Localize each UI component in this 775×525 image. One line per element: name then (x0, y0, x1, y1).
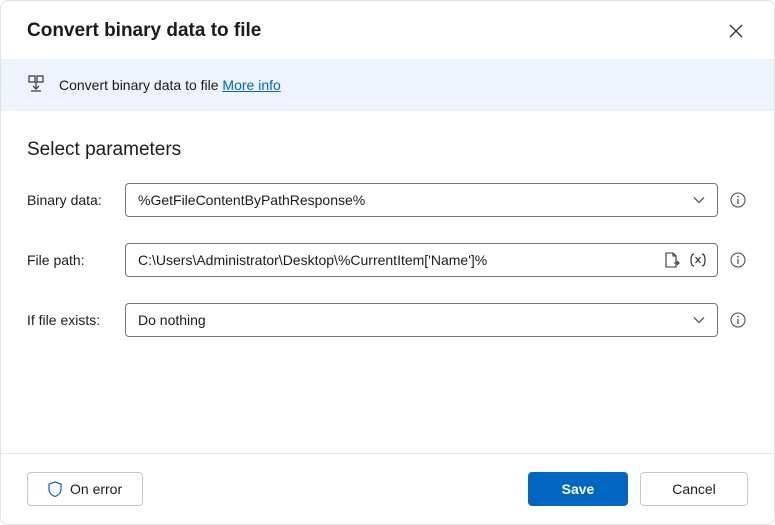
binary-data-value: %GetFileContentByPathResponse% (138, 192, 689, 208)
if-file-exists-label: If file exists: (27, 312, 115, 328)
info-banner: Convert binary data to file More info (1, 59, 774, 111)
select-file-button[interactable] (661, 249, 683, 271)
file-arrow-icon (663, 251, 681, 269)
close-icon (729, 24, 743, 38)
close-button[interactable] (724, 19, 748, 43)
banner-text: Convert binary data to file More info (59, 77, 281, 93)
file-path-input-wrapper (125, 243, 718, 277)
file-path-input[interactable] (138, 252, 657, 268)
variable-icon (689, 252, 707, 268)
binary-data-dropdown[interactable]: %GetFileContentByPathResponse% (125, 183, 718, 217)
chevron-down-icon (689, 310, 709, 330)
more-info-link[interactable]: More info (222, 77, 280, 93)
shield-icon (48, 481, 62, 497)
info-icon[interactable] (728, 310, 748, 330)
on-error-label: On error (70, 481, 122, 497)
on-error-button[interactable]: On error (27, 472, 143, 506)
convert-file-icon (27, 75, 45, 95)
info-icon[interactable] (728, 190, 748, 210)
variable-picker-button[interactable] (687, 249, 709, 271)
if-file-exists-dropdown[interactable]: Do nothing (125, 303, 718, 337)
chevron-down-icon (689, 190, 709, 210)
dialog-title: Convert binary data to file (27, 20, 261, 42)
section-title: Select parameters (27, 139, 748, 161)
binary-data-label: Binary data: (27, 192, 115, 208)
if-file-exists-value: Do nothing (138, 312, 689, 328)
info-icon[interactable] (728, 250, 748, 270)
banner-text-content: Convert binary data to file (59, 77, 222, 93)
save-button[interactable]: Save (528, 472, 628, 506)
cancel-button[interactable]: Cancel (640, 472, 748, 506)
file-path-label: File path: (27, 252, 115, 268)
